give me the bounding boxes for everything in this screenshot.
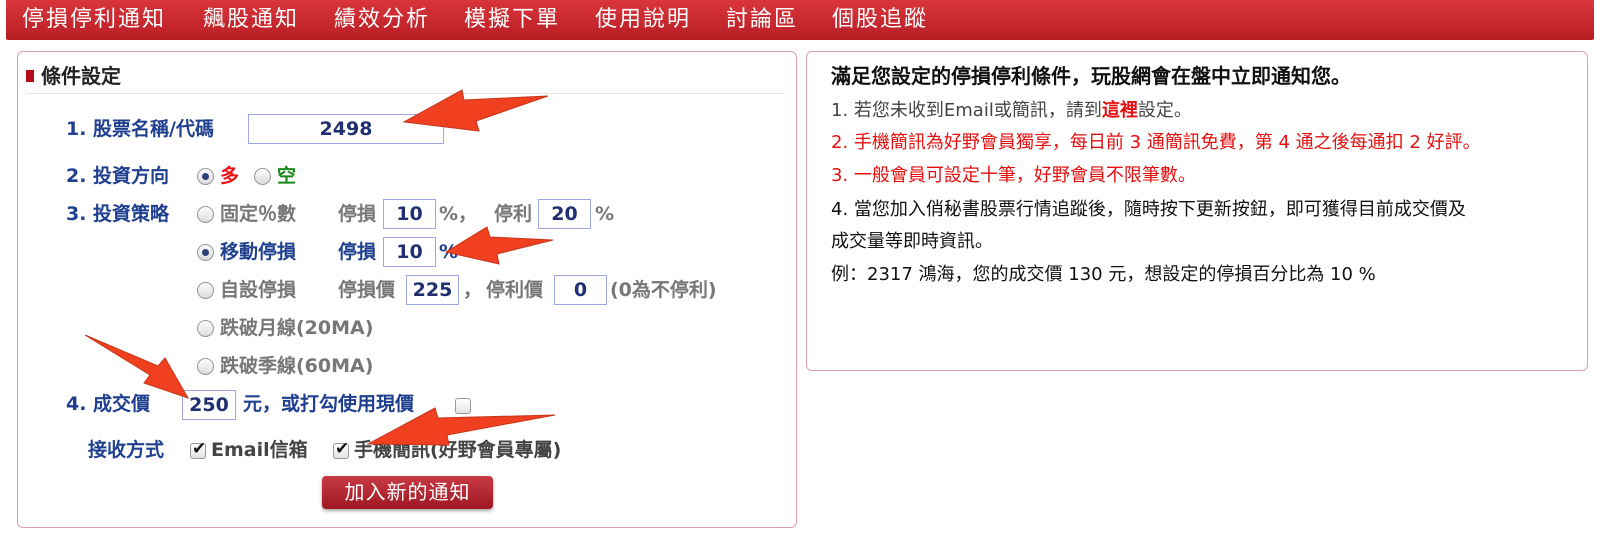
moving-stop-loss-label: 停損 — [338, 241, 377, 263]
section-title: 條件設定 — [41, 64, 121, 88]
fixed-take-profit-input[interactable]: 20 — [538, 199, 591, 229]
fixed-take-profit-pct: % — [595, 203, 615, 225]
settings-link[interactable]: 這裡 — [1102, 100, 1138, 121]
direction-long-label: 多 — [220, 165, 240, 187]
custom-stop-separator: ， — [463, 279, 483, 301]
info-title: 滿足您設定的停損停利條件，玩股網會在盤中立即通知您。 — [831, 64, 1351, 88]
fixed-stop-loss-label: 停損 — [338, 203, 377, 225]
moving-stop-loss-pct: % — [439, 241, 459, 263]
info-line-1-text: 1. 若您未收到Email或簡訊，請到 — [831, 100, 1102, 121]
strategy-break-monthly-radio[interactable] — [197, 320, 214, 337]
custom-stop-price-input[interactable]: 225 — [406, 275, 459, 305]
receive-email-checkbox[interactable] — [190, 439, 206, 459]
strategy-break-quarterly-label: 跌破季線(60MA) — [220, 355, 374, 377]
direction-short-radio[interactable] — [254, 168, 271, 185]
strategy-custom-stop-radio[interactable] — [197, 282, 214, 299]
strategy-fixed-pct-label: 固定％數 — [220, 203, 297, 225]
fixed-stop-loss-input[interactable]: 10 — [383, 199, 436, 229]
strategy-fixed-pct-radio[interactable] — [197, 206, 214, 223]
receive-method-label: 接收方式 — [88, 439, 165, 461]
fixed-pct-separator: %， — [439, 203, 478, 225]
stock-input[interactable]: 2498 — [248, 114, 444, 144]
top-nav-bar: 停損停利通知 飆股通知 績效分析 模擬下單 使用說明 討論區 個股追蹤 — [6, 0, 1594, 40]
info-example: 例：2317 鴻海，您的成交價 130 元，想設定的停損百分比為 10 % — [831, 264, 1376, 285]
fixed-take-profit-label: 停利 — [494, 203, 533, 225]
nav-item-forum[interactable]: 討論區 — [726, 6, 798, 34]
info-line-4b: 成交量等即時資訊。 — [831, 231, 993, 252]
nav-item-hot-stock-notify[interactable]: 飆股通知 — [203, 6, 299, 34]
price-input[interactable]: 250 — [182, 390, 236, 420]
use-current-price-checkbox[interactable] — [455, 398, 471, 414]
strategy-label: 3. 投資策略 — [66, 203, 170, 225]
info-line-1: 1. 若您未收到Email或簡訊，請到這裡設定。 — [831, 97, 1192, 125]
strategy-moving-stop-label: 移動停損 — [220, 241, 297, 263]
add-notification-button[interactable]: 加入新的通知 — [322, 476, 493, 509]
info-line-1-suffix: 設定。 — [1137, 100, 1192, 121]
moving-stop-loss-input[interactable]: 10 — [383, 237, 436, 267]
receive-email-label: Email信箱 — [211, 439, 308, 461]
info-line-3: 3. 一般會員可設定十筆，好野會員不限筆數。 — [831, 165, 1196, 186]
strategy-moving-stop-radio[interactable] — [197, 244, 214, 261]
direction-short-label: 空 — [277, 165, 297, 187]
direction-label: 2. 投資方向 — [66, 165, 170, 187]
custom-take-price-note: (0為不停利) — [610, 279, 717, 301]
price-suffix: 元，或打勾使用現價 — [243, 393, 415, 415]
strategy-break-monthly-label: 跌破月線(20MA) — [220, 317, 374, 339]
strategy-custom-stop-label: 自設停損 — [220, 279, 297, 301]
nav-item-simulated-order[interactable]: 模擬下單 — [464, 6, 560, 34]
section-bullet-icon — [26, 70, 34, 82]
nav-item-instructions[interactable]: 使用說明 — [595, 6, 691, 34]
nav-item-stop-loss-notify[interactable]: 停損停利通知 — [22, 6, 166, 34]
custom-stop-price-label: 停損價 — [338, 279, 396, 301]
direction-long-radio[interactable] — [197, 168, 214, 185]
section-divider — [26, 93, 784, 94]
receive-sms-checkbox[interactable] — [333, 439, 349, 459]
info-line-4a: 4. 當您加入俏秘書股票行情追蹤後，隨時按下更新按鈕，即可獲得目前成交價及 — [831, 199, 1466, 220]
nav-item-performance[interactable]: 績效分析 — [334, 6, 430, 34]
strategy-break-quarterly-radio[interactable] — [197, 358, 214, 375]
nav-item-stock-tracking[interactable]: 個股追蹤 — [832, 6, 928, 34]
stock-label: 1. 股票名稱/代碼 — [66, 118, 214, 140]
custom-take-price-input[interactable]: 0 — [554, 275, 607, 305]
receive-sms-label: 手機簡訊(好野會員專屬) — [354, 439, 562, 461]
custom-take-price-label: 停利價 — [486, 279, 544, 301]
info-line-2: 2. 手機簡訊為好野會員獨享，每日前 3 通簡訊免費，第 4 通之後每通扣 2 … — [831, 132, 1481, 153]
price-label: 4. 成交價 — [66, 393, 151, 415]
